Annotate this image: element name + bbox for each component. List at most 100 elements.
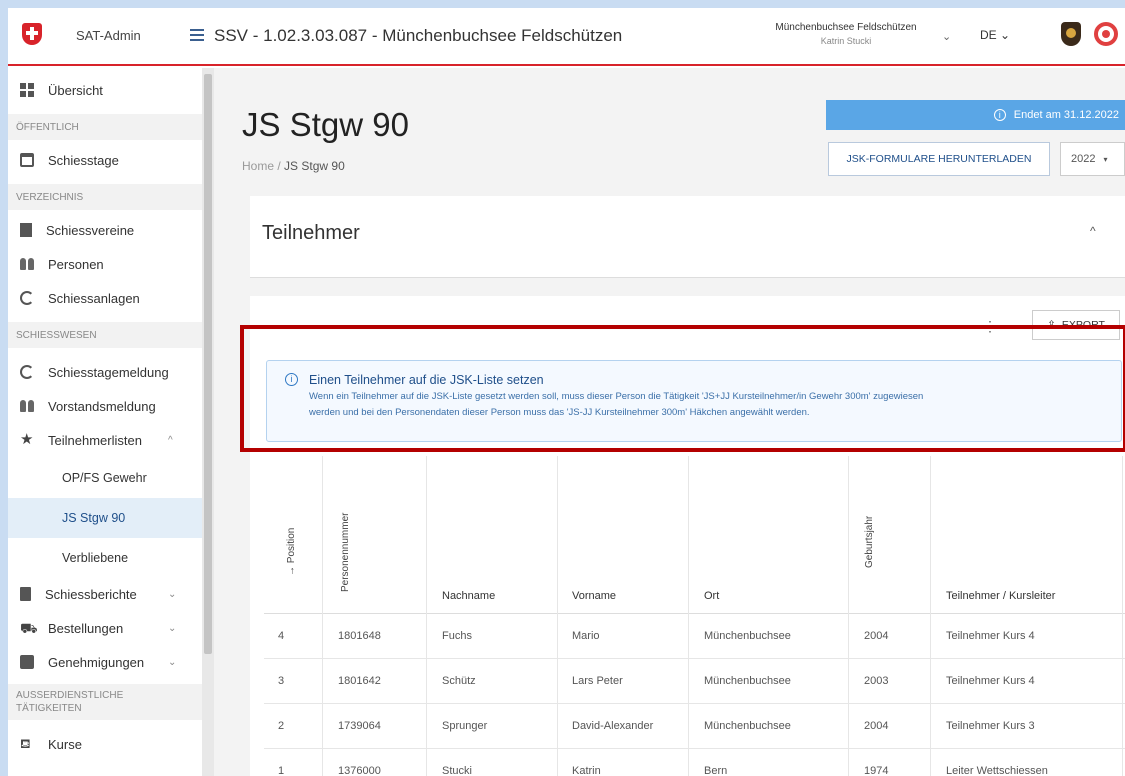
participants-table-card: ⋮ ⇪ EXPORT i Einen Teilnehmer auf die JS… — [250, 296, 1125, 776]
chevron-down-icon: ⌄ — [168, 588, 177, 600]
cell-position: 1 — [278, 765, 285, 776]
header-nachname[interactable]: Nachname — [442, 590, 495, 602]
swiss-cross-logo-icon[interactable] — [22, 23, 42, 45]
share-icon: ⇪ — [1047, 319, 1056, 331]
cell-geburtsjahr: 2004 — [864, 630, 889, 642]
year-select[interactable]: 2022 ▾ — [1060, 142, 1125, 176]
user-club: Münchenbuchsee Feldschützen — [775, 22, 917, 33]
people-icon — [20, 399, 34, 413]
table-row[interactable]: 4 1801648 Fuchs Mario Münchenbuchsee 200… — [264, 614, 1125, 659]
column-divider — [930, 456, 931, 614]
section-extra: AUSSERDIENSTLICHE TÄTIGKEITEN — [8, 684, 202, 720]
sidebar-scroll-thumb[interactable] — [204, 74, 212, 654]
jsk-hint-box: i Einen Teilnehmer auf die JSK-Liste set… — [266, 360, 1122, 442]
column-divider — [322, 456, 323, 614]
cell-personennummer: 1739064 — [338, 720, 381, 732]
breadcrumb-separator: / — [277, 159, 281, 173]
table-row[interactable]: 3 1801642 Schütz Lars Peter Münchenbuchs… — [264, 659, 1125, 704]
year-value: 2022 — [1071, 153, 1096, 165]
cell-position: 3 — [278, 675, 285, 687]
cell-ort: Bern — [704, 765, 728, 776]
cell-nachname: Stucki — [442, 765, 472, 776]
sort-arrow-icon: → — [286, 563, 297, 576]
cell-ort: Münchenbuchsee — [704, 720, 791, 732]
breadcrumb-home[interactable]: Home — [242, 159, 274, 173]
export-label: EXPORT — [1061, 319, 1105, 331]
sidebar-item-vorstandsmeldung[interactable]: Vorstandsmeldung — [8, 390, 202, 422]
sidebar-item-label: Schiessvereine — [46, 222, 135, 238]
sidebar-item-schiessberichte[interactable]: Schiessberichte ⌄ — [8, 578, 202, 610]
cell-vorname: David-Alexander — [572, 720, 654, 732]
section-extra-line1: AUSSERDIENSTLICHE — [16, 690, 124, 701]
cell-geburtsjahr: 2004 — [864, 720, 889, 732]
table-header: → Position Personennummer Nachname Vorna… — [264, 456, 1125, 614]
header-geburtsjahr[interactable]: Geburtsjahr — [864, 516, 875, 568]
sidebar-item-personen[interactable]: Personen — [8, 248, 202, 280]
cell-nachname: Sprunger — [442, 720, 488, 732]
cell-personennummer: 1801642 — [338, 675, 381, 687]
chevron-down-icon[interactable]: ⌄ — [942, 30, 951, 43]
sidebar-item-bestellungen[interactable]: ⛟ Bestellungen ⌄ — [8, 612, 202, 644]
sidebar-item-schiesstage[interactable]: Schiesstage — [8, 144, 202, 176]
more-vert-icon[interactable]: ⋮ — [983, 318, 997, 335]
section-directory: VERZEICHNIS — [8, 184, 202, 210]
sidebar: Übersicht ÖFFENTLICH Schiesstage VERZEIC… — [8, 68, 214, 776]
table-row[interactable]: 2 1739064 Sprunger David-Alexander Münch… — [264, 704, 1125, 749]
header-rolle[interactable]: Teilnehmer / Kursleiter — [946, 590, 1055, 602]
cell-rolle: Teilnehmer Kurs 3 — [946, 720, 1035, 732]
header-personennummer[interactable]: Personennummer — [340, 513, 351, 592]
sidebar-item-schiesstagemeldung[interactable]: Schiesstagemeldung — [8, 356, 202, 388]
section-public: ÖFFENTLICH — [8, 114, 202, 140]
top-header: SAT-Admin SSV - 1.02.3.03.087 - Münchenb… — [8, 8, 1125, 66]
app-name[interactable]: SAT-Admin — [76, 28, 141, 43]
language-select[interactable]: DE ⌄ — [980, 28, 1010, 42]
sidebar-subitem-verbliebene[interactable]: Verbliebene — [8, 538, 202, 578]
cell-vorname: Mario — [572, 630, 600, 642]
column-divider — [688, 456, 689, 614]
people-icon — [20, 257, 34, 271]
sidebar-item-label: Bestellungen — [48, 620, 124, 636]
table-row[interactable]: 1 1376000 Stucki Katrin Bern 1974 Leiter… — [264, 749, 1125, 776]
header-vorname[interactable]: Vorname — [572, 590, 616, 602]
breadcrumb: Home / JS Stgw 90 — [242, 159, 345, 173]
main-content: JS Stgw 90 Home / JS Stgw 90 i Endet am … — [214, 68, 1125, 776]
cell-vorname: Lars Peter — [572, 675, 623, 687]
chevron-up-icon: ^ — [168, 434, 173, 446]
sidebar-item-label: Vorstandsmeldung — [48, 398, 156, 414]
sidebar-item-schiessanlagen[interactable]: Schiessanlagen — [8, 282, 202, 314]
sort-header-position[interactable]: → Position — [286, 528, 297, 576]
user-name: Katrin Stucki — [820, 36, 872, 46]
sidebar-item-label: Schiesstage — [48, 152, 119, 168]
cell-personennummer: 1376000 — [338, 765, 381, 776]
end-date-notice: i Endet am 31.12.2022 — [826, 100, 1125, 130]
sidebar-item-kurse[interactable]: ⛾ Kurse — [8, 728, 202, 760]
header-ort[interactable]: Ort — [704, 590, 719, 602]
sidebar-item-label: Übersicht — [48, 82, 103, 98]
column-divider — [557, 456, 558, 614]
sidebar-subitem-js-stgw90[interactable]: JS Stgw 90 — [8, 498, 202, 538]
caret-down-icon: ▾ — [1103, 154, 1108, 164]
sidebar-item-genehmigungen[interactable]: Genehmigungen ⌄ — [8, 646, 202, 678]
cell-nachname: Schütz — [442, 675, 476, 687]
cell-position: 4 — [278, 630, 285, 642]
app-frame: SAT-Admin SSV - 1.02.3.03.087 - Münchenb… — [8, 8, 1125, 776]
cell-vorname: Katrin — [572, 765, 601, 776]
sidebar-item-label: Personen — [48, 256, 104, 272]
ring-icon — [20, 291, 34, 305]
column-divider — [848, 456, 849, 614]
user-menu[interactable]: Münchenbuchsee Feldschützen Katrin Stuck… — [756, 22, 936, 46]
sidebar-item-schiessvereine[interactable]: Schiessvereine — [8, 214, 202, 246]
list-menu-icon[interactable] — [190, 29, 204, 41]
collapse-chevron-up-icon[interactable]: ^ — [1090, 224, 1096, 238]
column-divider — [426, 456, 427, 614]
cell-ort: Münchenbuchsee — [704, 630, 791, 642]
sidebar-subitem-opfs[interactable]: OP/FS Gewehr — [8, 458, 202, 498]
dashboard-icon — [20, 83, 34, 97]
cell-nachname: Fuchs — [442, 630, 472, 642]
chevron-down-icon: ⌄ — [168, 656, 177, 668]
download-forms-button[interactable]: JSK-FORMULARE HERUNTERLADEN — [828, 142, 1050, 176]
sidebar-item-teilnehmerlisten[interactable]: ★ Teilnehmerlisten ^ — [8, 424, 202, 456]
sidebar-item-overview[interactable]: Übersicht — [8, 74, 202, 106]
export-button[interactable]: ⇪ EXPORT — [1032, 310, 1120, 340]
section-extra-line2: TÄTIGKEITEN — [16, 703, 82, 714]
